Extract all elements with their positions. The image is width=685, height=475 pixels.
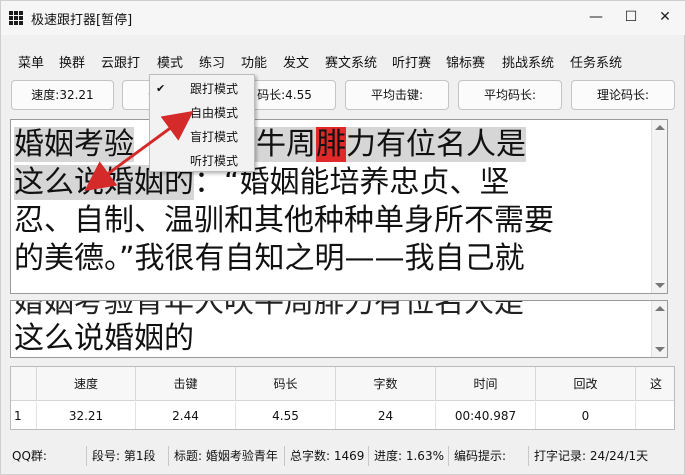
table-cell-code-length: 4.55 [236,402,336,429]
column-header-keystroke[interactable]: 击键 [136,367,236,401]
table-cell-keystroke: 2.44 [136,402,236,429]
column-header-code-length[interactable]: 码长 [236,367,336,401]
mode-option-listen[interactable]: 听打模式 [150,149,254,173]
table-cell-index: 1 [11,402,37,429]
column-header-corrections[interactable]: 回改 [536,367,636,401]
column-header-time[interactable]: 时间 [436,367,536,401]
avg-code-length-stat: 平均码长: [458,80,562,110]
source-text-line-4: 的美德。”我很有自知之明——我自己就 [14,241,525,276]
mode-option-label: 盲打模式 [190,130,239,144]
column-header-chars[interactable]: 字数 [336,367,436,401]
menu-item-function[interactable]: 功能 [241,52,267,71]
column-header-more[interactable]: 这 [636,367,674,401]
table-header: 速度 击键 码长 字数 时间 回改 这 [11,367,674,401]
scroll-down-icon[interactable] [655,283,665,288]
scroll-up-icon[interactable] [655,306,665,311]
source-text-area[interactable]: 婚姻考验年人吹牛周腓力有位名人是 这么说婚姻的：“婚姻能培养忠贞、坚 忍、自制、… [10,119,668,294]
status-code-hint: 编码提示: [451,446,529,466]
error-character: 腓 [316,127,346,162]
input-text-line-1: 婚姻考验青年人吹牛周腓力有位名人是 [14,300,524,320]
theory-code-length-stat: 理论码长: [571,80,675,110]
app-grid-icon [9,11,23,25]
mode-option-follow[interactable]: ✔ 跟打模式 [150,77,254,101]
menu-item-send-text[interactable]: 发文 [283,52,309,71]
scroll-up-icon[interactable] [655,125,665,130]
speed-stat: 速度:32.21 [11,80,114,110]
avg-keystroke-stat: 平均击键: [345,80,449,110]
input-scrollbar[interactable] [651,301,667,357]
source-text-line-2: 这么说婚姻的：“婚姻能培养忠贞、坚 [11,164,667,202]
menu-item-mode[interactable]: 模式 [157,52,183,71]
menu-item-championship[interactable]: 锦标赛 [446,52,485,71]
menu-item-task-system[interactable]: 任务系统 [570,52,622,71]
mode-option-blind[interactable]: 盲打模式 [150,125,254,149]
input-text-line-2: 这么说婚姻的 [14,321,194,356]
menu-item-cloud-typing[interactable]: 云跟打 [101,52,140,71]
source-text-line-1: 婚姻考验年人吹牛周腓力有位名人是 [11,126,667,164]
scroll-down-icon[interactable] [655,347,665,352]
column-header-index [11,367,37,401]
mode-dropdown-menu: ✔ 跟打模式 自由模式 盲打模式 听打模式 [149,74,255,172]
window-title: 极速跟打器[暂停] [31,13,133,28]
table-cell-chars: 24 [336,402,436,429]
maximize-button[interactable]: ☐ [620,7,642,27]
mode-option-label: 跟打模式 [190,82,239,96]
column-header-speed[interactable]: 速度 [37,367,136,401]
close-button[interactable]: ✕ [654,7,676,27]
typed-segment: 婚姻考验 [14,127,134,162]
source-scrollbar[interactable] [651,120,667,293]
status-segment: 段号: 第1段 [89,446,169,466]
table-cell-speed: 32.21 [37,402,136,429]
mode-option-free[interactable]: 自由模式 [150,101,254,125]
menu-item-practice[interactable]: 练习 [199,52,225,71]
mode-option-label: 自由模式 [190,106,239,120]
status-total-chars: 总字数: 1469 [287,446,369,466]
status-article-title: 标题: 婚姻考验青年 [171,446,285,466]
menu-item-challenge-system[interactable]: 挑战系统 [502,52,554,71]
menu-item-switch-group[interactable]: 换群 [59,52,85,71]
checkmark-icon: ✔ [156,82,166,95]
status-typing-record: 打字记录: 24/24/1天 [534,449,649,463]
menu-item-menu[interactable]: 菜单 [18,52,44,71]
results-table: 速度 击键 码长 字数 时间 回改 这 1 32.21 2.44 4.55 24… [10,366,675,430]
status-progress: 进度: 1.63% [371,446,449,466]
title-bar: 极速跟打器[暂停] — ☐ ✕ [1,1,685,35]
status-qq-group: QQ群: [9,446,87,466]
menu-item-listen-race[interactable]: 听打赛 [392,52,431,71]
typed-segment: 力有位名人是 [346,127,526,162]
mode-option-label: 听打模式 [190,154,239,168]
table-cell-corrections: 0 [536,402,636,429]
app-window: 极速跟打器[暂停] — ☐ ✕ 菜单 换群 云跟打 模式 练习 功能 发文 赛文… [0,0,685,475]
typing-input-area[interactable]: 婚姻考验青年人吹牛周腓力有位名人是 这么说婚姻的 [10,300,668,358]
source-text-line-3: 忍、自制、温驯和其他种种单身所不需要 [14,203,554,238]
menu-item-race-text-system[interactable]: 赛文系统 [325,52,377,71]
minimize-button[interactable]: — [585,7,607,27]
table-cell-time: 00:40.987 [436,402,536,429]
